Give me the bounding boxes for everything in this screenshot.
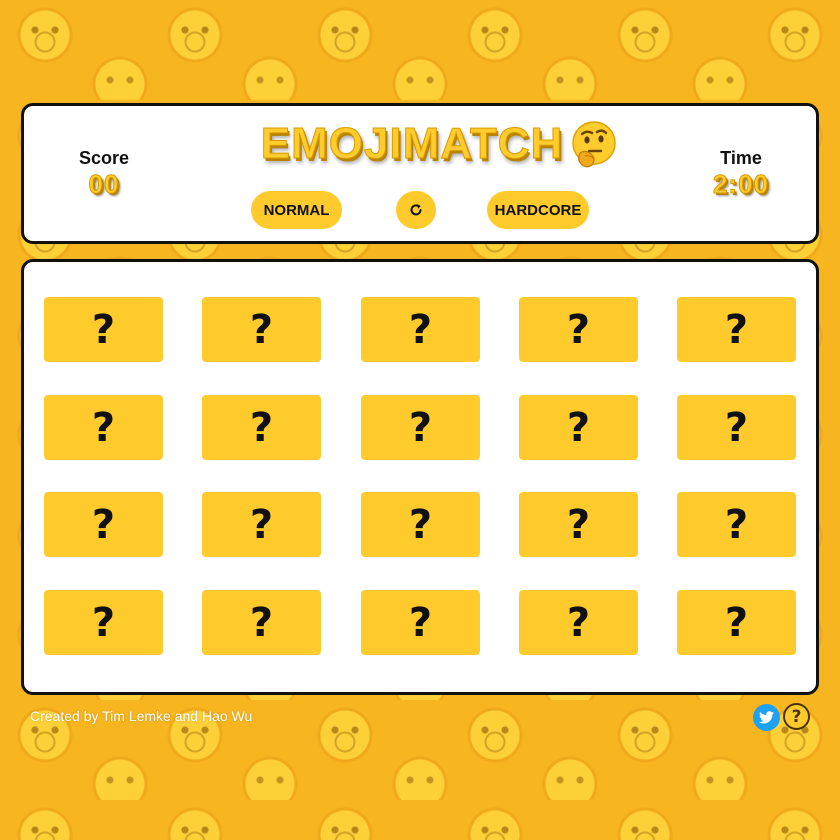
twitter-icon <box>759 711 774 724</box>
time-label: Time <box>720 148 762 168</box>
thinking-face-icon <box>572 121 616 168</box>
memory-card[interactable]: ? <box>361 590 480 655</box>
memory-card[interactable]: ? <box>361 395 480 460</box>
memory-card[interactable]: ? <box>44 297 163 362</box>
game-title: EMOJIMATCH <box>260 119 564 169</box>
memory-card[interactable]: ? <box>44 395 163 460</box>
twitter-share-button[interactable] <box>753 704 780 731</box>
credits-text: Created by Tim Lemke and Hao Wu <box>30 708 253 724</box>
game-board: ? ? ? ? ? ? ? ? ? ? ? ? ? ? ? ? ? ? ? ? <box>21 259 819 695</box>
header-panel: Score 00 EMOJIMATCH NORMAL HARDCORE Time… <box>21 103 819 244</box>
refresh-icon <box>410 204 422 216</box>
score-label: Score <box>78 148 130 168</box>
memory-card[interactable]: ? <box>361 492 480 557</box>
memory-card[interactable]: ? <box>519 297 638 362</box>
reset-button[interactable] <box>396 191 436 229</box>
time-value: 2:00 <box>712 169 770 200</box>
memory-card[interactable]: ? <box>519 395 638 460</box>
help-button[interactable]: ? <box>783 703 810 730</box>
time-display: Time 2:00 <box>681 148 801 200</box>
memory-card[interactable]: ? <box>361 297 480 362</box>
score-display: Score 00 <box>44 148 164 200</box>
memory-card[interactable]: ? <box>202 492 321 557</box>
memory-card[interactable]: ? <box>202 395 321 460</box>
memory-card[interactable]: ? <box>677 590 796 655</box>
memory-card[interactable]: ? <box>677 492 796 557</box>
memory-card[interactable]: ? <box>44 590 163 655</box>
memory-card[interactable]: ? <box>202 590 321 655</box>
score-value: 00 <box>88 169 120 200</box>
hardcore-mode-button[interactable]: HARDCORE <box>487 191 589 229</box>
normal-mode-button[interactable]: NORMAL <box>251 191 342 229</box>
memory-card[interactable]: ? <box>519 590 638 655</box>
memory-card[interactable]: ? <box>202 297 321 362</box>
memory-card[interactable]: ? <box>519 492 638 557</box>
memory-card[interactable]: ? <box>677 297 796 362</box>
memory-card[interactable]: ? <box>677 395 796 460</box>
memory-card[interactable]: ? <box>44 492 163 557</box>
